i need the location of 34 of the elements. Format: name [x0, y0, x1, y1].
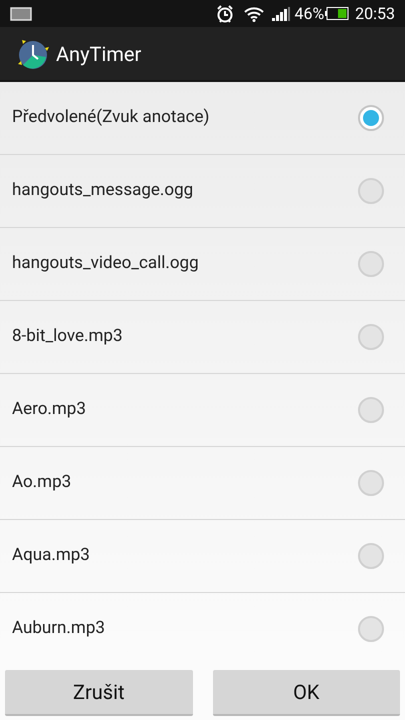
- sound-option[interactable]: Aqua.mp3: [0, 520, 405, 593]
- alarm-clock-icon: [215, 4, 236, 24]
- radio-button[interactable]: [358, 397, 384, 423]
- radio-button[interactable]: [358, 470, 384, 496]
- option-label: Aero.mp3: [12, 398, 87, 422]
- radio-button[interactable]: [358, 251, 384, 277]
- sound-option[interactable]: 8-bit_love.mp3: [0, 301, 405, 374]
- radio-button[interactable]: [358, 105, 384, 131]
- sound-option[interactable]: Aero.mp3: [0, 374, 405, 447]
- sound-option[interactable]: Předvolené(Zvuk anotace): [0, 82, 405, 155]
- clock-logo-icon: [17, 38, 49, 70]
- option-label: hangouts_message.ogg: [12, 179, 194, 202]
- image-notification-icon: [10, 6, 32, 20]
- sound-option[interactable]: Ao.mp3: [0, 447, 405, 520]
- sound-option[interactable]: hangouts_video_call.ogg: [0, 228, 405, 301]
- signal-icon: [272, 6, 290, 20]
- app-title: AnyTimer: [56, 40, 142, 68]
- option-label: 8-bit_love.mp3: [12, 325, 124, 348]
- radio-button[interactable]: [358, 616, 384, 642]
- dialog-button[interactable]: OK: [212, 670, 400, 716]
- option-label: Ao.mp3: [12, 471, 72, 494]
- option-label: Aqua.mp3: [12, 544, 91, 568]
- dialog-button[interactable]: Zrušit: [5, 670, 192, 716]
- radio-button[interactable]: [358, 543, 384, 569]
- option-label: Předvolené(Zvuk anotace): [12, 106, 210, 130]
- sound-option[interactable]: hangouts_message.ogg: [0, 155, 405, 228]
- radio-button[interactable]: [358, 178, 384, 204]
- battery-icon: [325, 7, 350, 20]
- wifi-icon: [244, 6, 264, 22]
- option-label: hangouts_video_call.ogg: [12, 252, 200, 276]
- option-label: Auburn.mp3: [12, 617, 106, 640]
- battery-percentage: 46%: [294, 2, 324, 24]
- radio-button[interactable]: [358, 324, 384, 350]
- clock-time: 20:53: [355, 2, 395, 24]
